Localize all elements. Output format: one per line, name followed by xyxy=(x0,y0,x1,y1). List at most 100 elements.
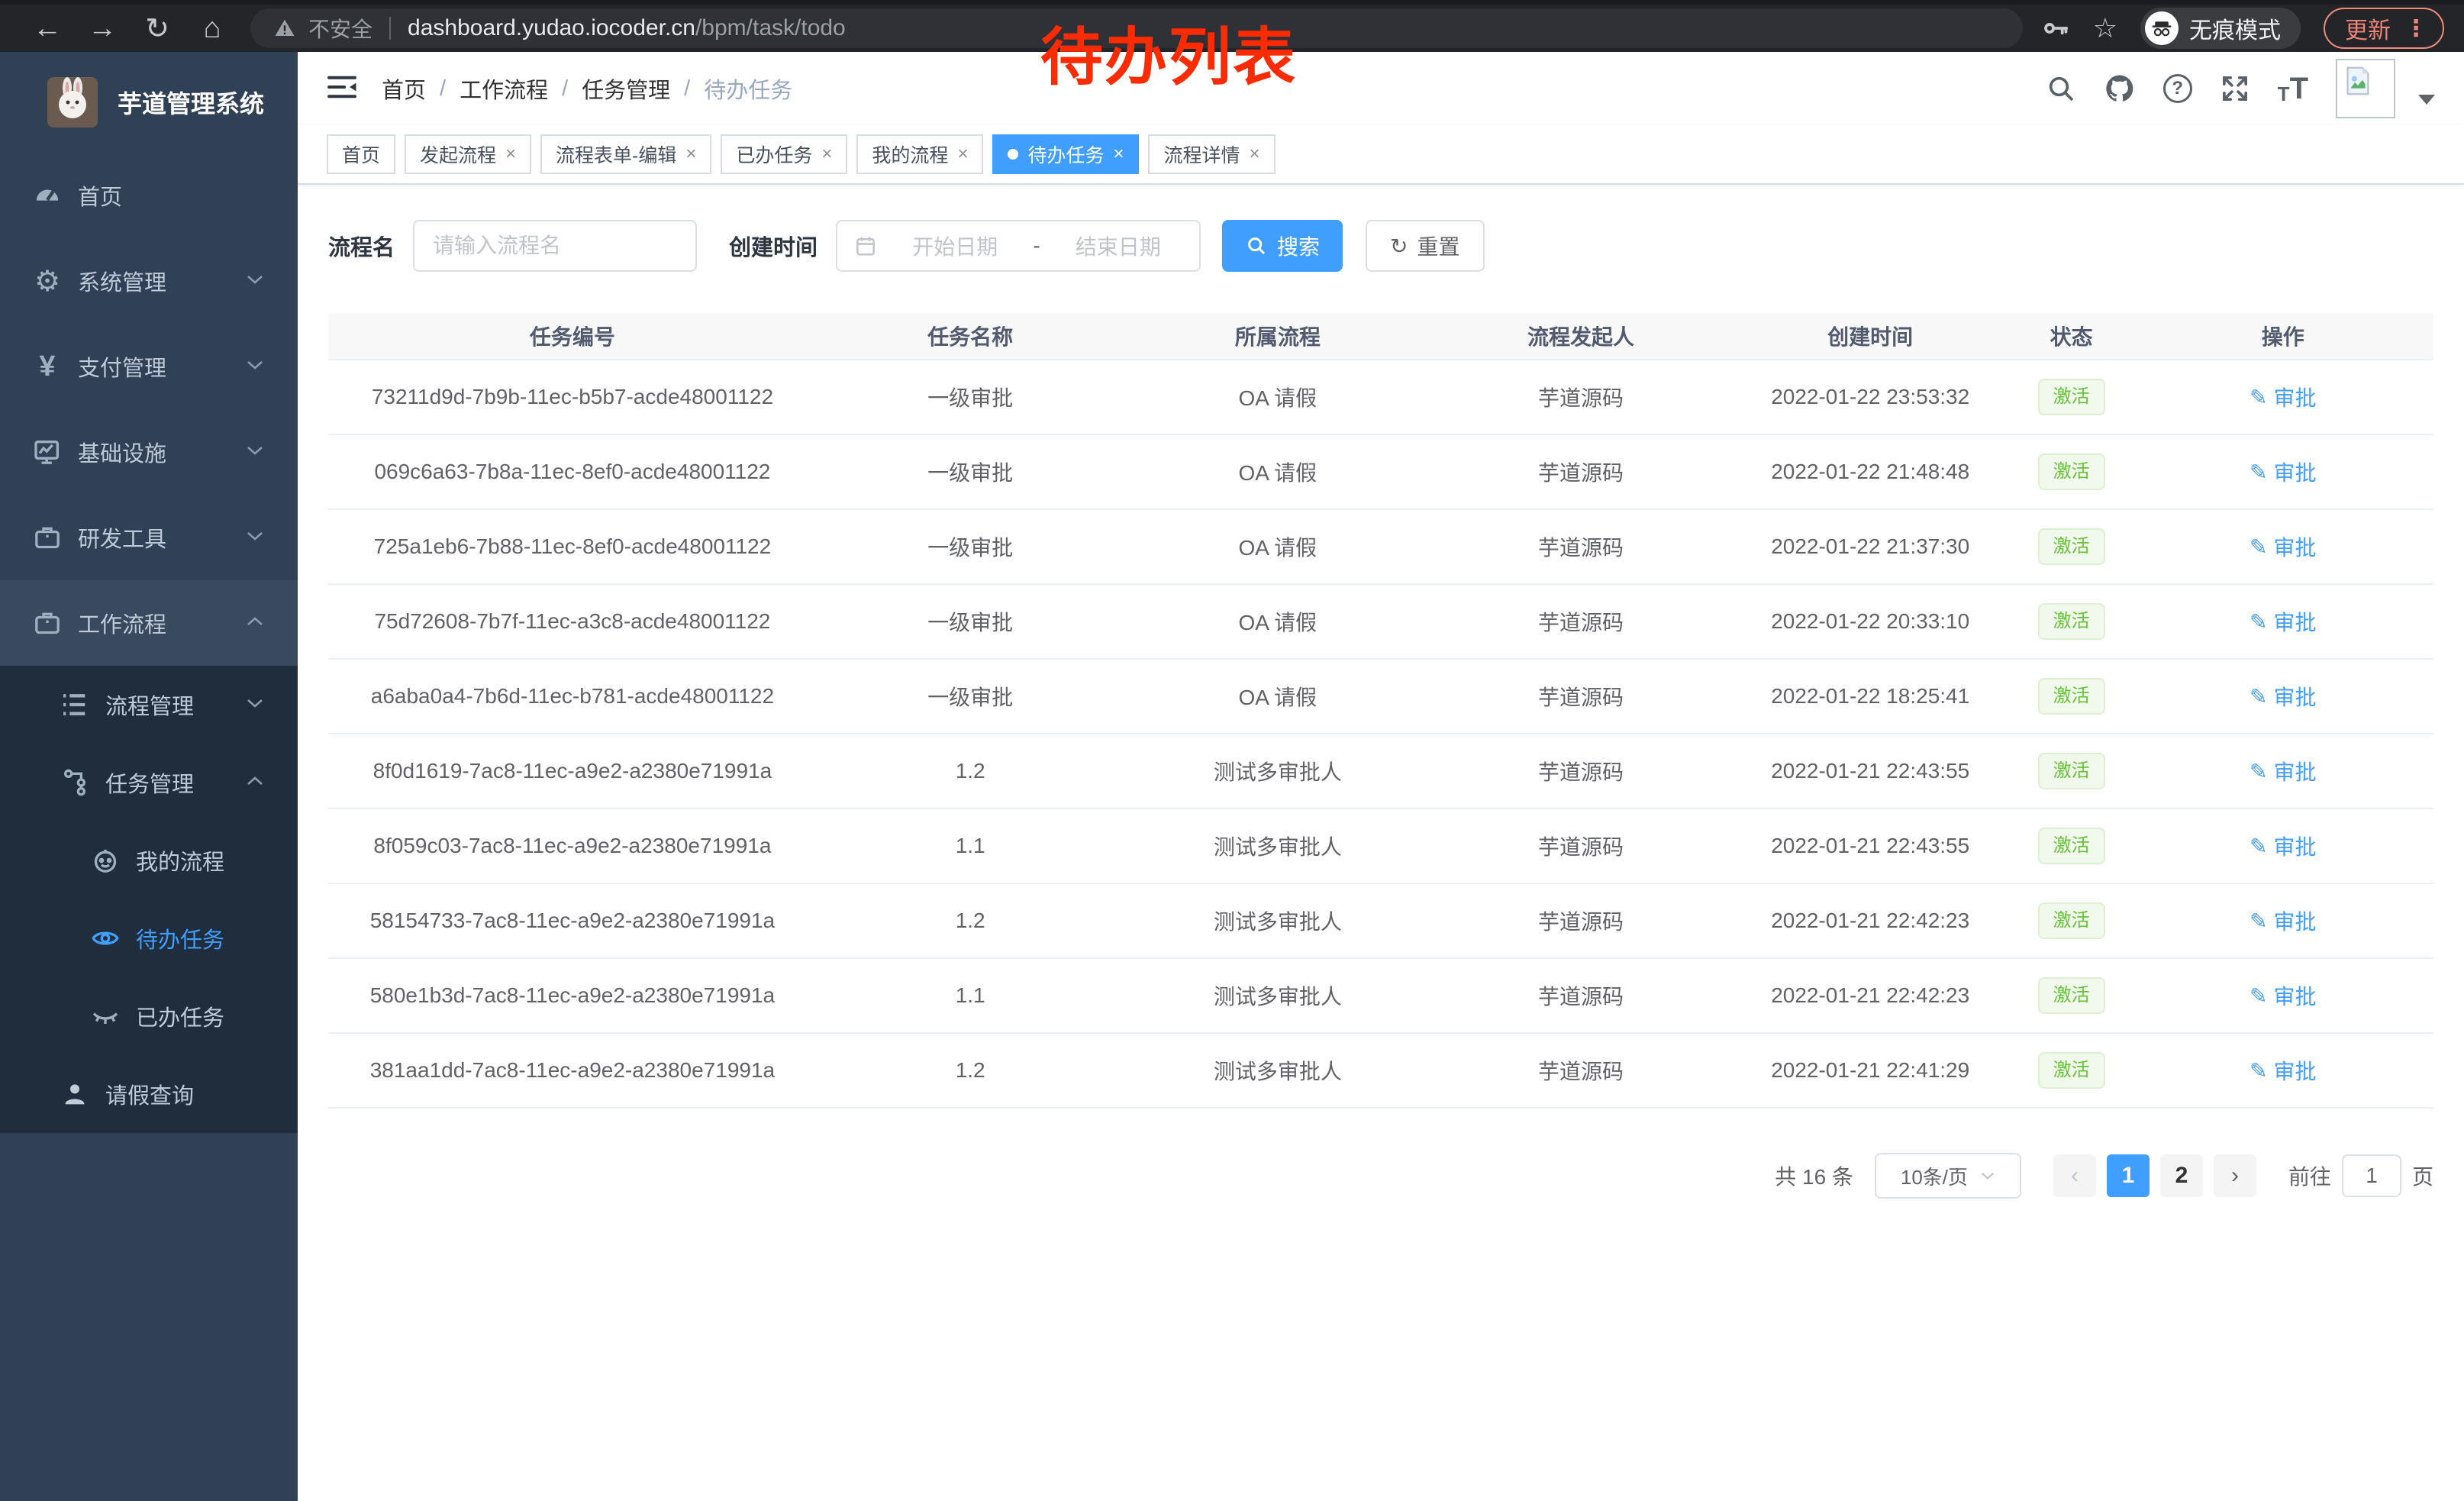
tab[interactable]: 已办任务 × xyxy=(721,134,847,174)
fullscreen-icon[interactable] xyxy=(2220,73,2250,104)
created-time-cell: 2022-01-22 21:37:30 xyxy=(1730,534,2011,559)
sidebar-item-leave-query[interactable]: 请假查询 xyxy=(0,1055,298,1133)
tab[interactable]: 流程详情 × xyxy=(1148,134,1275,174)
app-logo-row[interactable]: 芋道管理系统 xyxy=(0,63,298,142)
approve-label: 审批 xyxy=(2273,457,2316,487)
page-header: 首页/ 工作流程/ 任务管理/ 待办任务 ? TT xyxy=(298,52,2464,125)
approve-link[interactable]: ✎审批 xyxy=(2250,905,2316,936)
tab-close-icon[interactable]: × xyxy=(685,144,696,165)
tab-label: 发起流程 xyxy=(420,140,496,168)
approve-link[interactable]: ✎审批 xyxy=(2250,606,2316,637)
page-size-select[interactable]: 10条/页 xyxy=(1875,1153,2021,1199)
process-cell: 测试多审批人 xyxy=(1124,980,1432,1011)
browser-forward-icon[interactable]: → xyxy=(75,12,130,45)
process-cell: OA 请假 xyxy=(1124,606,1432,637)
date-range-picker[interactable]: 开始日期 - 结束日期 xyxy=(836,220,1201,272)
sidebar-item-devtools[interactable]: 研发工具 xyxy=(0,495,298,580)
breadcrumb-item[interactable]: 首页 xyxy=(382,73,426,105)
sidebar-item-infrastructure[interactable]: 基础设施 xyxy=(0,409,298,495)
search-button[interactable]: 搜索 xyxy=(1222,220,1343,272)
sidebar-item-my-process[interactable]: 我的流程 xyxy=(0,822,298,899)
password-key-icon[interactable] xyxy=(2041,14,2070,43)
prev-page-button[interactable]: ‹ xyxy=(2053,1154,2096,1197)
table-row: 8f0d1619-7ac8-11ec-a9e2-a2380e71991a 1.2… xyxy=(328,734,2433,809)
reset-button[interactable]: ↻ 重置 xyxy=(1366,220,1484,272)
tab-active-dot xyxy=(1008,149,1018,160)
next-page-button[interactable]: › xyxy=(2214,1154,2256,1197)
browser-reload-icon[interactable]: ↻ xyxy=(130,11,185,46)
tab[interactable]: 流程表单-编辑 × xyxy=(540,134,711,174)
approve-link[interactable]: ✎审批 xyxy=(2250,457,2316,487)
sidebar-item-done-tasks[interactable]: 已办任务 xyxy=(0,977,298,1055)
task-table: 任务编号 任务名称 所属流程 流程发起人 创建时间 状态 操作 73211d9d… xyxy=(328,313,2433,1109)
starter-cell: 芋道源码 xyxy=(1431,606,1730,637)
approve-link[interactable]: ✎审批 xyxy=(2250,681,2316,712)
breadcrumb-item[interactable]: 任务管理 xyxy=(582,73,670,105)
sidebar-collapse-icon[interactable] xyxy=(327,73,357,105)
header-search-icon[interactable] xyxy=(2046,73,2076,104)
status-badge: 激活 xyxy=(2038,603,2105,641)
sidebar-item-payment[interactable]: ¥ 支付管理 xyxy=(0,324,298,409)
sidebar-item-todo-tasks[interactable]: 待办任务 xyxy=(0,899,298,977)
monitor-chart-icon xyxy=(31,437,64,467)
avatar-dropdown-caret[interactable] xyxy=(2418,95,2435,105)
approve-link[interactable]: ✎审批 xyxy=(2250,382,2316,412)
browser-back-icon[interactable]: ← xyxy=(20,12,75,45)
process-name-input[interactable] xyxy=(413,220,697,272)
font-size-icon[interactable]: TT xyxy=(2278,73,2308,104)
tab-close-icon[interactable]: × xyxy=(1250,144,1260,165)
task-name-cell: 1.2 xyxy=(817,759,1124,783)
refresh-icon: ↻ xyxy=(1390,234,1408,259)
tab[interactable]: 发起流程 × xyxy=(405,134,531,174)
help-icon[interactable]: ? xyxy=(2163,74,2192,103)
edit-icon: ✎ xyxy=(2250,684,2267,709)
approve-link[interactable]: ✎审批 xyxy=(2250,531,2316,562)
sidebar-item-home[interactable]: 首页 xyxy=(0,153,298,238)
browser-menu-icon[interactable]: ⋮ xyxy=(2404,15,2427,42)
sidebar-item-system[interactable]: ⚙ 系统管理 xyxy=(0,238,298,324)
column-header-starter: 流程发起人 xyxy=(1431,321,1730,351)
column-header-status: 状态 xyxy=(2011,321,2133,351)
avatar[interactable] xyxy=(2336,59,2395,118)
approve-link[interactable]: ✎审批 xyxy=(2250,980,2316,1011)
chevron-down-icon xyxy=(246,445,264,460)
approve-link[interactable]: ✎审批 xyxy=(2250,756,2316,786)
process-cell: OA 请假 xyxy=(1124,382,1432,412)
approve-label: 审批 xyxy=(2273,980,2316,1011)
flow-tree-icon xyxy=(58,767,92,798)
tab[interactable]: 首页 xyxy=(327,134,395,174)
sidebar-item-workflow[interactable]: 工作流程 xyxy=(0,580,298,666)
process-cell: 测试多审批人 xyxy=(1124,1055,1432,1086)
created-time-cell: 2022-01-22 18:25:41 xyxy=(1730,684,2011,709)
process-cell: OA 请假 xyxy=(1124,457,1432,487)
tab-close-icon[interactable]: × xyxy=(505,144,516,165)
browser-update-button[interactable]: 更新 ⋮ xyxy=(2324,8,2444,49)
approve-link[interactable]: ✎审批 xyxy=(2250,831,2316,861)
process-name-label: 流程名 xyxy=(328,230,395,262)
breadcrumb-item[interactable]: 工作流程 xyxy=(460,73,548,105)
app-logo xyxy=(47,77,98,128)
status-badge: 激活 xyxy=(2038,977,2105,1015)
table-row: 58154733-7ac8-11ec-a9e2-a2380e71991a 1.2… xyxy=(328,884,2433,959)
task-id-cell: 8f059c03-7ac8-11ec-a9e2-a2380e71991a xyxy=(328,834,817,858)
tab-close-icon[interactable]: × xyxy=(1113,144,1124,165)
github-icon[interactable] xyxy=(2104,73,2136,105)
browser-home-icon[interactable]: ⌂ xyxy=(185,12,240,45)
tab-close-icon[interactable]: × xyxy=(957,144,968,165)
tab-close-icon[interactable]: × xyxy=(821,144,832,165)
sidebar-item-process-management[interactable]: 流程管理 xyxy=(0,666,298,744)
sidebar-item-task-management[interactable]: 任务管理 xyxy=(0,744,298,822)
tab[interactable]: 我的流程 × xyxy=(856,134,983,174)
page-button-1[interactable]: 1 xyxy=(2107,1154,2150,1197)
page-button-2[interactable]: 2 xyxy=(2160,1154,2203,1197)
column-header-task-id: 任务编号 xyxy=(328,321,817,351)
approve-label: 审批 xyxy=(2273,756,2316,786)
edit-icon: ✎ xyxy=(2250,534,2267,560)
bookmark-star-icon[interactable]: ☆ xyxy=(2093,12,2117,44)
approve-link[interactable]: ✎审批 xyxy=(2250,1055,2316,1086)
tab[interactable]: 待办任务 × xyxy=(992,134,1139,174)
approve-label: 审批 xyxy=(2273,606,2316,637)
goto-page-input[interactable] xyxy=(2342,1154,2401,1197)
task-id-cell: 580e1b3d-7ac8-11ec-a9e2-a2380e71991a xyxy=(328,983,817,1008)
chevron-down-icon xyxy=(246,531,264,545)
